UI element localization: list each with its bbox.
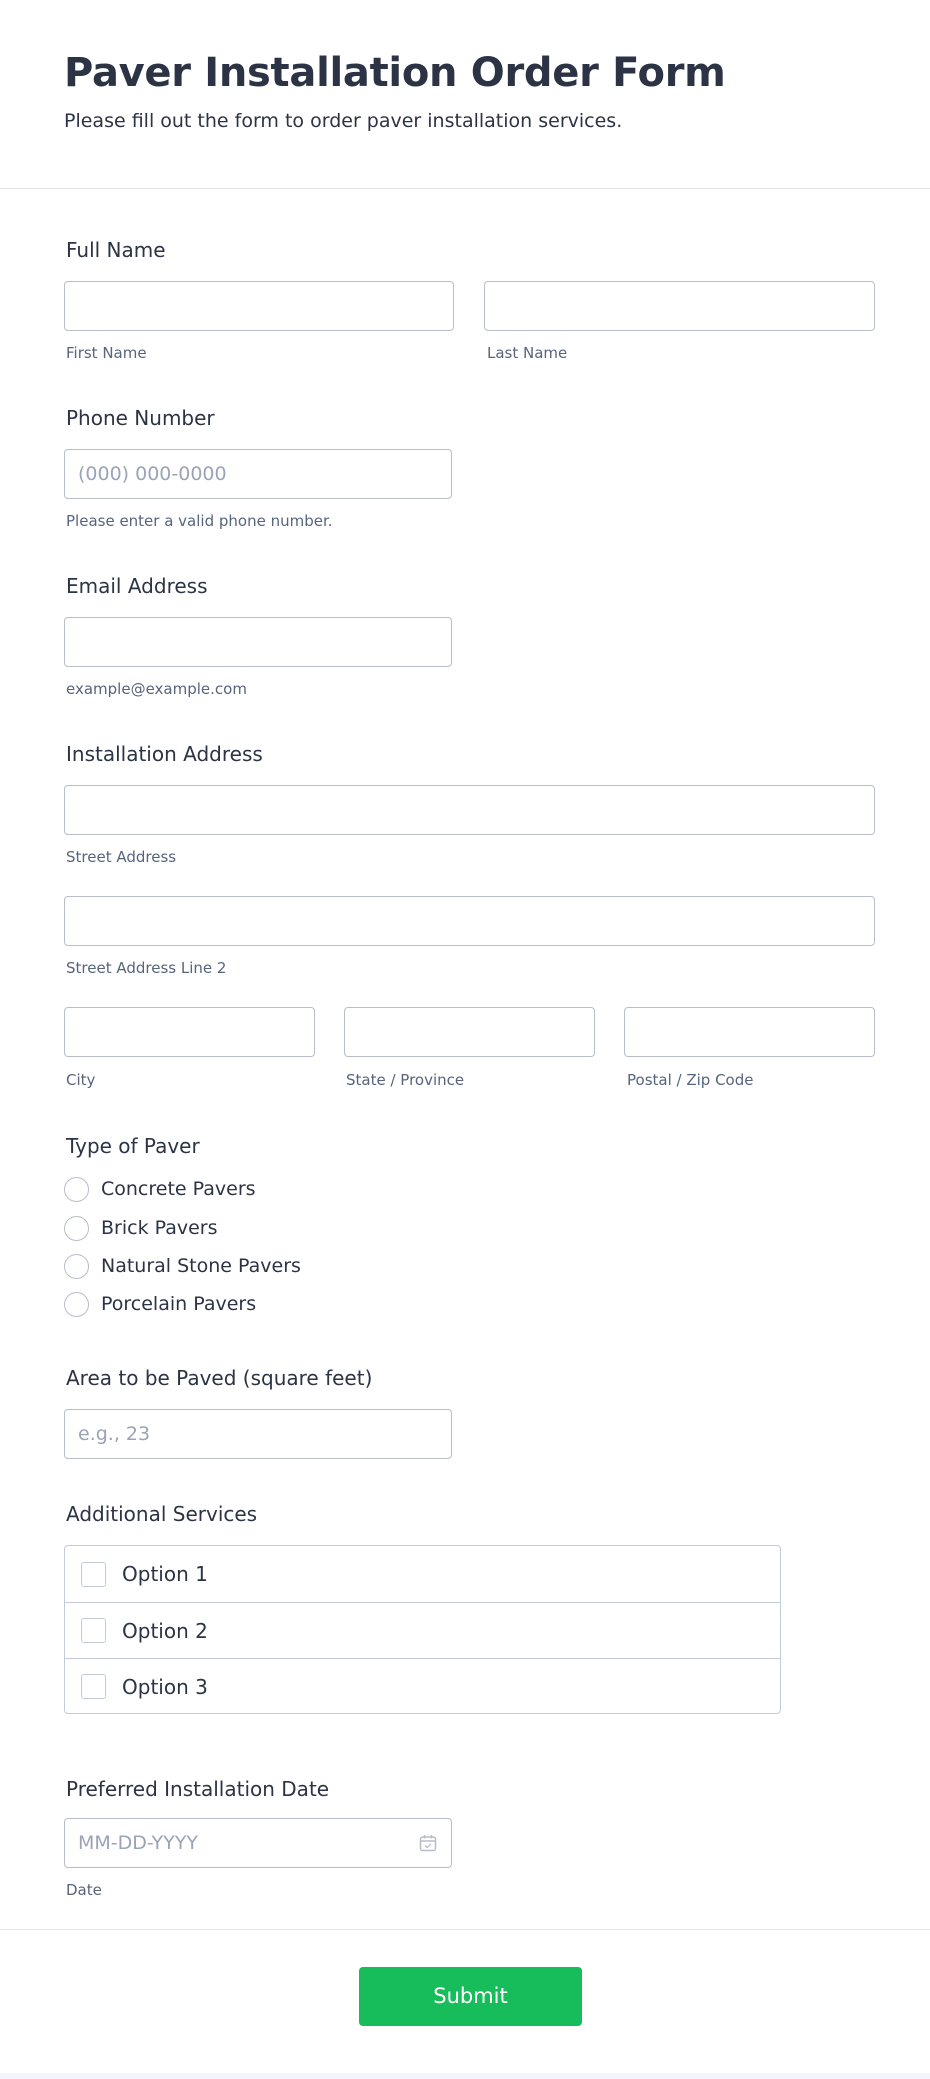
- email-label: Email Address: [66, 574, 208, 598]
- phone-label: Phone Number: [66, 406, 215, 430]
- last-name-input[interactable]: [484, 281, 875, 331]
- state-input[interactable]: [344, 1007, 595, 1057]
- phone-sublabel: Please enter a valid phone number.: [66, 512, 333, 530]
- street-address-sublabel: Street Address: [66, 848, 177, 866]
- checkbox-label: Option 3: [122, 1674, 208, 1699]
- radio-option-brick[interactable]: Brick Pavers: [64, 1213, 218, 1243]
- state-sublabel: State / Province: [346, 1071, 465, 1089]
- radio-label: Brick Pavers: [101, 1217, 218, 1239]
- radio-option-concrete[interactable]: Concrete Pavers: [64, 1174, 256, 1204]
- form-subtitle: Please fill out the form to order paver …: [64, 110, 623, 132]
- radio-label: Porcelain Pavers: [101, 1293, 257, 1315]
- checkbox[interactable]: [81, 1674, 106, 1699]
- services-checkbox-group: Option 1 Option 2 Option 3: [64, 1545, 781, 1714]
- radio-option-porcelain[interactable]: Porcelain Pavers: [64, 1289, 256, 1319]
- area-input[interactable]: e.g., 23: [64, 1409, 452, 1459]
- checkbox[interactable]: [81, 1618, 106, 1643]
- first-name-sublabel: First Name: [66, 344, 147, 362]
- city-input[interactable]: [64, 1007, 315, 1057]
- submit-button[interactable]: Submit: [359, 1967, 582, 2026]
- checkbox-option-2[interactable]: Option 2: [65, 1602, 780, 1658]
- city-sublabel: City: [66, 1071, 96, 1089]
- radio-button[interactable]: [64, 1176, 89, 1202]
- paver-type-label: Type of Paver: [66, 1134, 200, 1158]
- zip-input[interactable]: [624, 1007, 875, 1057]
- date-placeholder: MM-DD-YYYY: [78, 1832, 198, 1854]
- form-card: Paver Installation Order Form Please fil…: [0, 0, 930, 2073]
- phone-input[interactable]: (000) 000-0000: [64, 449, 452, 499]
- radio-button[interactable]: [64, 1291, 89, 1317]
- checkbox-label: Option 1: [122, 1562, 208, 1586]
- email-sublabel: example@example.com: [66, 680, 247, 698]
- full-name-label: Full Name: [66, 238, 166, 262]
- footer-divider: [0, 1929, 930, 1930]
- date-input[interactable]: MM-DD-YYYY: [64, 1818, 452, 1868]
- first-name-input[interactable]: [64, 281, 454, 331]
- street-address-line2-input[interactable]: [64, 896, 875, 946]
- radio-button[interactable]: [64, 1253, 89, 1279]
- radio-button[interactable]: [64, 1215, 89, 1241]
- street-address-line2-sublabel: Street Address Line 2: [66, 959, 227, 977]
- last-name-sublabel: Last Name: [487, 344, 568, 362]
- date-sublabel: Date: [66, 1881, 102, 1899]
- zip-sublabel: Postal / Zip Code: [627, 1071, 754, 1089]
- services-label: Additional Services: [66, 1502, 258, 1526]
- checkbox[interactable]: [81, 1561, 106, 1587]
- date-label: Preferred Installation Date: [66, 1777, 330, 1801]
- checkbox-option-3[interactable]: Option 3: [65, 1658, 780, 1714]
- form-title: Paver Installation Order Form: [64, 50, 726, 96]
- email-input[interactable]: [64, 617, 452, 667]
- form-header: Paver Installation Order Form Please fil…: [0, 0, 930, 189]
- checkbox-option-1[interactable]: Option 1: [65, 1546, 780, 1602]
- calendar-icon[interactable]: [419, 1834, 437, 1852]
- area-label: Area to be Paved (square feet): [66, 1366, 373, 1390]
- address-label: Installation Address: [66, 742, 263, 766]
- radio-option-natural-stone[interactable]: Natural Stone Pavers: [64, 1251, 301, 1281]
- street-address-input[interactable]: [64, 785, 875, 835]
- checkbox-label: Option 2: [122, 1618, 208, 1643]
- radio-label: Concrete Pavers: [101, 1178, 256, 1200]
- radio-label: Natural Stone Pavers: [101, 1255, 301, 1277]
